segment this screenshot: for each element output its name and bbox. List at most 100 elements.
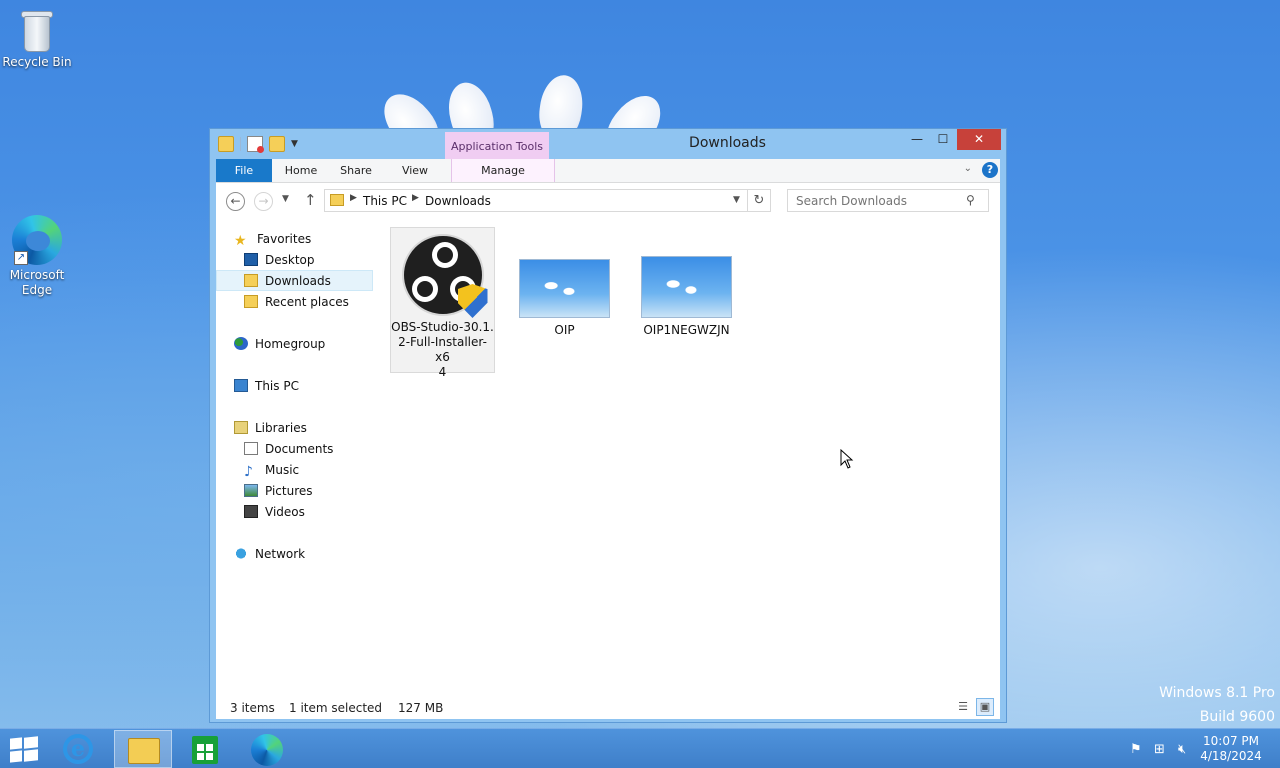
nav-item-downloads[interactable]: Downloads [216,270,373,291]
file-item-oip1negwzjn[interactable]: OIP1NEGWZJN [638,256,735,338]
desktop-icon-recycle-bin[interactable]: Recycle Bin [1,8,73,70]
address-bar[interactable]: ▶ This PC ▶ Downloads ▼ [324,189,748,212]
window-title: Downloads [689,135,766,151]
nav-item-libraries[interactable]: Libraries [234,418,307,439]
file-name-line: 2-Full-Installer-x6 [398,335,487,364]
desktop-icon-edge[interactable]: ↗ Microsoft Edge [1,215,73,298]
tab-home[interactable]: Home [276,159,326,182]
recent-locations-dropdown[interactable]: ▼ [282,194,289,204]
shortcut-arrow-icon: ↗ [14,251,28,265]
address-dropdown-icon[interactable]: ▼ [733,195,740,205]
item-count: 3 items [230,701,275,715]
navigation-bar: ← → ▼ ↑ ▶ This PC ▶ Downloads ▼ ↻ ⚲ [216,183,1000,219]
network-icon [234,547,248,560]
tab-view[interactable]: View [390,159,440,182]
back-button[interactable]: ← [226,192,245,211]
maximize-button[interactable]: ☐ [930,129,956,150]
downloads-icon [244,274,258,287]
taskbar-file-explorer[interactable] [114,730,172,768]
nav-label: This PC [255,379,299,393]
folder-icon[interactable] [218,136,234,152]
refresh-button[interactable]: ↻ [747,189,771,212]
qat-separator [240,137,241,151]
edge-icon [251,734,283,766]
taskbar-internet-explorer[interactable]: e [49,730,107,768]
details-view-button[interactable]: ☰ [954,698,972,716]
store-icon [192,736,218,764]
selection-size: 127 MB [398,701,444,715]
homegroup-icon [234,337,248,350]
volume-muted-icon[interactable]: 🔇︎ [1178,742,1186,757]
minimize-button[interactable]: — [904,129,930,150]
quick-access-toolbar: ▼ [218,136,301,153]
nav-item-pictures[interactable]: Pictures [244,481,313,502]
mouse-cursor-icon [840,449,854,469]
file-list: OBS-Studio-30.1. 2-Full-Installer-x6 4 O… [386,223,996,693]
nav-item-favorites[interactable]: ★ Favorites [234,229,311,250]
up-button[interactable]: ↑ [304,191,317,209]
nav-label: Documents [265,442,334,456]
nav-label: Pictures [265,484,313,498]
search-input[interactable] [787,189,989,212]
taskbar-clock[interactable]: 10:07 PM 4/18/2024 [1196,734,1266,764]
nav-item-music[interactable]: ♪ Music [244,460,299,481]
close-button[interactable]: ✕ [957,129,1001,150]
action-center-flag-icon[interactable]: ⚑ [1130,742,1142,757]
obs-studio-icon [401,234,488,318]
recycle-bin-icon [20,8,54,52]
file-name: OIP [554,323,575,337]
search-icon[interactable]: ⚲ [966,193,975,207]
nav-label: Homegroup [255,337,326,351]
selection-count: 1 item selected [289,701,383,715]
nav-label: Libraries [255,421,307,435]
file-item-oip[interactable]: OIP [517,259,612,338]
breadcrumb-downloads[interactable]: Downloads [425,194,491,208]
edge-icon: ↗ [12,215,62,265]
network-icon[interactable]: ⊞ [1154,742,1165,757]
title-bar[interactable]: ▼ Application Tools Downloads — ☐ ✕ [210,129,1006,159]
nav-item-recent-places[interactable]: Recent places [244,292,349,313]
nav-label: Videos [265,505,305,519]
nav-item-videos[interactable]: Videos [244,502,305,523]
nav-item-desktop[interactable]: Desktop [244,250,315,271]
status-bar: 3 items 1 item selected 127 MB ☰ ▣ [216,695,1000,719]
breadcrumb-this-pc[interactable]: This PC [363,194,407,208]
image-thumbnail [519,259,610,318]
taskbar-edge[interactable] [238,730,296,768]
properties-icon[interactable] [247,136,264,153]
new-folder-icon[interactable] [269,136,285,152]
star-icon: ★ [234,233,247,249]
nav-item-homegroup[interactable]: Homegroup [234,334,325,355]
videos-icon [244,505,258,518]
breadcrumb-separator-icon[interactable]: ▶ [412,193,419,203]
taskbar: e ⚑ ⊞ 🔇︎ 10:07 PM 4/18/2024 [0,728,1280,768]
nav-label: Downloads [265,274,331,288]
taskbar-store[interactable] [176,730,234,768]
explorer-client-area: ← → ▼ ↑ ▶ This PC ▶ Downloads ▼ ↻ ⚲ ★ Fav… [216,183,1000,719]
file-item-obs-installer[interactable]: OBS-Studio-30.1. 2-Full-Installer-x6 4 [390,227,495,379]
ribbon-tabs: File Home Share View Manage ⌄ ? [216,159,1000,183]
clock-time: 10:07 PM [1203,734,1259,748]
file-explorer-icon [128,738,160,764]
windows-build-watermark: Build 9600 [1199,709,1275,725]
documents-icon [244,442,258,455]
large-icons-view-button[interactable]: ▣ [976,698,994,716]
tab-manage[interactable]: Manage [451,159,555,182]
nav-item-documents[interactable]: Documents [244,439,333,460]
breadcrumb-separator-icon[interactable]: ▶ [350,193,357,203]
file-name: OIP1NEGWZJN [643,323,730,337]
customize-qat-dropdown[interactable]: ▼ [291,136,301,152]
nav-item-network[interactable]: Network [234,544,305,565]
libraries-icon [234,421,248,434]
pictures-icon [244,484,258,497]
file-name-line: 4 [438,365,447,379]
start-button[interactable] [10,736,38,763]
nav-label: Favorites [257,232,312,246]
expand-ribbon-chevron-icon[interactable]: ⌄ [964,163,972,174]
recent-places-icon [244,295,258,308]
tab-share[interactable]: Share [331,159,381,182]
tab-file[interactable]: File [216,159,272,182]
forward-button[interactable]: → [254,192,273,211]
help-icon[interactable]: ? [982,162,998,178]
nav-item-this-pc[interactable]: This PC [234,376,299,397]
